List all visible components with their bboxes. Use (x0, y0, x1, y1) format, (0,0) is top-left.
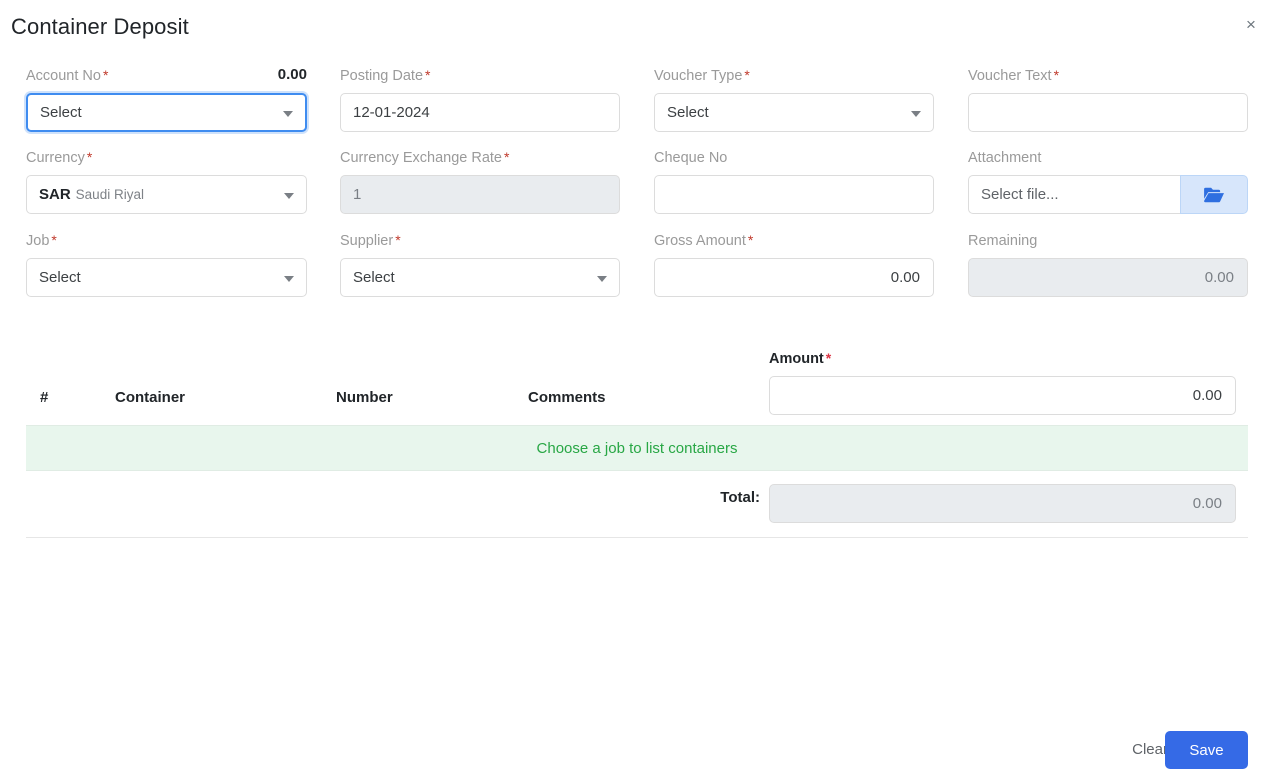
save-button[interactable]: Save (1165, 731, 1248, 769)
account-no-label: Account No * (26, 67, 109, 84)
cheque-no-label: Cheque No (654, 150, 728, 166)
posting-date-label: Posting Date * (340, 67, 431, 84)
gross-amount-value: 0.00 (890, 269, 920, 286)
voucher-type-label: Voucher Type * (654, 67, 750, 84)
account-no-select[interactable]: Select (26, 93, 307, 132)
folder-open-icon (1204, 187, 1224, 202)
currency-exchange-rate-input: 1 (340, 175, 620, 214)
container-deposit-modal: Container Deposit × Account No * 0.00 Sel… (0, 0, 1274, 783)
voucher-text-label: Voucher Text * (968, 67, 1060, 84)
job-select[interactable]: Select (26, 258, 307, 297)
supplier-value: Select (353, 269, 395, 286)
currency-exchange-rate-value: 1 (353, 186, 362, 203)
remaining-label: Remaining (968, 233, 1038, 249)
remaining-value: 0.00 (1204, 269, 1234, 286)
remaining-field: Remaining 0.00 (968, 231, 1248, 297)
column-header-number: Number (336, 389, 393, 406)
attachment-group: Select file... (968, 175, 1248, 214)
remaining-input: 0.00 (968, 258, 1248, 297)
attachment-field: Attachment Select file... (968, 148, 1248, 214)
chevron-down-icon (911, 110, 921, 117)
supplier-select[interactable]: Select (340, 258, 620, 297)
attachment-filename-value: Select file... (981, 186, 1059, 203)
column-header-comments: Comments (528, 389, 606, 406)
chevron-down-icon (284, 275, 294, 282)
currency-exchange-rate-field: Currency Exchange Rate * 1 (340, 148, 620, 214)
account-no-field: Account No * 0.00 Select (26, 66, 307, 132)
currency-code: SAR (39, 186, 71, 203)
account-balance-value: 0.00 (277, 66, 307, 83)
gross-amount-field: Gross Amount * 0.00 (654, 231, 934, 297)
gross-amount-input[interactable]: 0.00 (654, 258, 934, 297)
posting-date-input[interactable]: 12-01-2024 (340, 93, 620, 132)
column-header-index: # (40, 389, 49, 406)
total-label: Total: (720, 489, 760, 506)
posting-date-value: 12-01-2024 (353, 104, 430, 121)
amount-label: Amount * (769, 350, 832, 367)
job-label: Job * (26, 232, 57, 249)
currency-name: Saudi Riyal (75, 187, 144, 202)
chevron-down-icon (283, 110, 293, 117)
cheque-no-input[interactable] (654, 175, 934, 214)
chevron-down-icon (597, 275, 607, 282)
total-input: 0.00 (769, 484, 1236, 523)
account-no-value: Select (40, 104, 82, 121)
currency-field: Currency * SAR Saudi Riyal (26, 148, 307, 214)
supplier-field: Supplier * Select (340, 231, 620, 297)
voucher-type-value: Select (667, 104, 709, 121)
voucher-type-field: Voucher Type * Select (654, 66, 934, 132)
currency-exchange-rate-label: Currency Exchange Rate * (340, 149, 510, 166)
voucher-text-field: Voucher Text * (968, 66, 1248, 132)
posting-date-field: Posting Date * 12-01-2024 (340, 66, 620, 132)
containers-table-header: # Container Number Comments (26, 389, 1248, 413)
attachment-label: Attachment (968, 150, 1042, 166)
supplier-label: Supplier * (340, 232, 401, 249)
voucher-text-input[interactable] (968, 93, 1248, 132)
page-title: Container Deposit (11, 14, 189, 39)
cheque-no-field: Cheque No (654, 148, 934, 214)
total-field: 0.00 (769, 484, 1236, 523)
currency-label: Currency * (26, 149, 93, 166)
chevron-down-icon (284, 192, 294, 199)
close-icon[interactable]: × (1240, 14, 1262, 36)
gross-amount-label: Gross Amount * (654, 232, 754, 249)
currency-select[interactable]: SAR Saudi Riyal (26, 175, 307, 214)
containers-empty-message: Choose a job to list containers (26, 425, 1248, 471)
footer-divider (26, 537, 1248, 538)
attachment-browse-button[interactable] (1180, 175, 1248, 214)
job-field: Job * Select (26, 231, 307, 297)
attachment-filename-input[interactable]: Select file... (968, 175, 1180, 214)
voucher-type-select[interactable]: Select (654, 93, 934, 132)
job-value: Select (39, 269, 81, 286)
column-header-container: Container (115, 389, 186, 406)
total-value: 0.00 (1192, 495, 1222, 512)
